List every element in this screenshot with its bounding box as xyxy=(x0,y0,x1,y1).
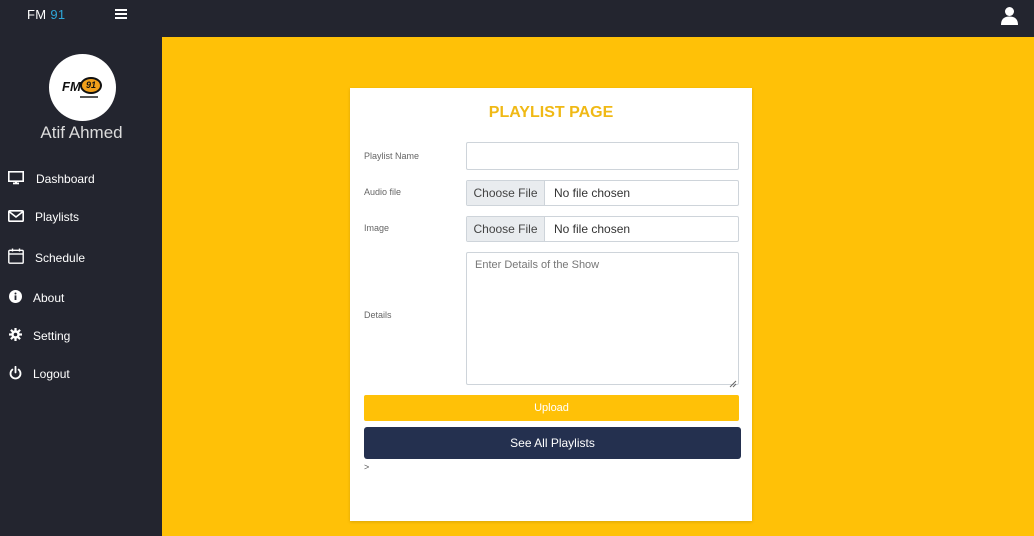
brand-number: 91 xyxy=(50,7,66,22)
brand-logo[interactable]: FM 91 xyxy=(27,7,65,22)
top-navbar: FM 91 xyxy=(0,0,1034,37)
gear-icon xyxy=(9,328,25,342)
details-label: Details xyxy=(364,310,392,320)
image-file-input[interactable]: Choose File No file chosen xyxy=(466,216,739,242)
sidebar-item-label: Setting xyxy=(33,329,71,343)
playlist-name-input[interactable] xyxy=(466,142,739,170)
details-textarea[interactable]: Enter Details of the Show xyxy=(466,252,739,388)
audio-choose-file-button[interactable]: Choose File xyxy=(467,181,545,205)
sidebar: FM 91 Atif Ahmed Dashboard Playlists Sch… xyxy=(0,37,162,536)
monitor-icon xyxy=(8,171,24,185)
sidebar-item-about[interactable]: About xyxy=(0,282,162,312)
avatar: FM 91 xyxy=(49,54,116,121)
resize-grip-icon[interactable] xyxy=(729,375,737,388)
info-icon xyxy=(9,290,25,304)
image-choose-file-button[interactable]: Choose File xyxy=(467,217,545,241)
envelope-icon xyxy=(8,209,24,223)
stray-text: > xyxy=(364,462,370,472)
audio-file-status: No file chosen xyxy=(554,186,631,200)
avatar-logo-badge: 91 xyxy=(80,77,102,94)
image-file-status: No file chosen xyxy=(554,222,631,236)
sidebar-item-label: About xyxy=(33,291,65,305)
page-title: PLAYLIST PAGE xyxy=(488,104,614,121)
sidebar-item-setting[interactable]: Setting xyxy=(0,320,162,350)
avatar-logo-text: FM xyxy=(62,79,81,94)
user-name: Atif Ahmed xyxy=(40,123,123,142)
sidebar-item-dashboard[interactable]: Dashboard xyxy=(0,163,162,193)
sidebar-item-schedule[interactable]: Schedule xyxy=(0,242,162,272)
sidebar-item-label: Dashboard xyxy=(36,172,95,186)
audio-file-label: Audio file xyxy=(364,187,402,197)
audio-file-input[interactable]: Choose File No file chosen xyxy=(466,180,739,206)
details-placeholder: Enter Details of the Show xyxy=(475,259,600,271)
power-icon xyxy=(9,365,25,380)
user-icon[interactable] xyxy=(1001,6,1018,26)
sidebar-item-label: Playlists xyxy=(35,210,80,224)
calendar-icon xyxy=(8,248,24,264)
avatar-logo-underline xyxy=(80,96,98,98)
sidebar-item-logout[interactable]: Logout xyxy=(0,358,162,388)
sidebar-item-playlists[interactable]: Playlists xyxy=(0,201,162,231)
image-label: Image xyxy=(364,223,390,233)
upload-button[interactable]: Upload xyxy=(364,395,739,421)
hamburger-icon[interactable] xyxy=(115,9,127,21)
playlist-name-label: Playlist Name xyxy=(364,151,420,161)
sidebar-item-label: Schedule xyxy=(35,251,86,265)
playlist-form-card: PLAYLIST PAGE Playlist Name Audio file C… xyxy=(350,88,752,521)
sidebar-item-label: Logout xyxy=(33,367,70,381)
see-all-playlists-button[interactable]: See All Playlists xyxy=(364,427,741,459)
brand-text: FM xyxy=(27,7,47,22)
